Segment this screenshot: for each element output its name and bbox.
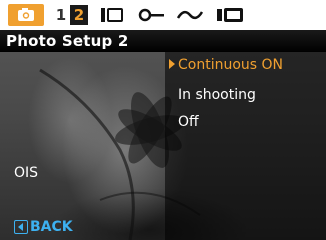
camera-icon [18,8,34,21]
option-continuous-on[interactable]: Continuous ON [178,56,283,74]
back-arrow-icon [14,220,28,234]
page-title: Photo Setup 2 [6,32,129,50]
setting-name-label: OIS [14,165,39,181]
selection-arrow-icon [169,59,175,69]
back-label: BACK [30,219,73,235]
option-off[interactable]: Off [178,113,199,131]
option-in-shooting[interactable]: In shooting [178,86,256,104]
movie-icon[interactable] [100,6,126,24]
tab-page-2[interactable]: 2 [70,5,88,25]
curve-icon[interactable] [176,6,204,24]
tab-page-1[interactable]: 1 [52,5,70,25]
back-button[interactable]: BACK [14,218,73,236]
options-panel [165,52,326,240]
playback-icon[interactable] [216,6,244,24]
menu-tab-bar: 1 2 [0,0,326,30]
key-icon[interactable] [138,6,166,24]
tab-camera[interactable] [8,4,44,26]
